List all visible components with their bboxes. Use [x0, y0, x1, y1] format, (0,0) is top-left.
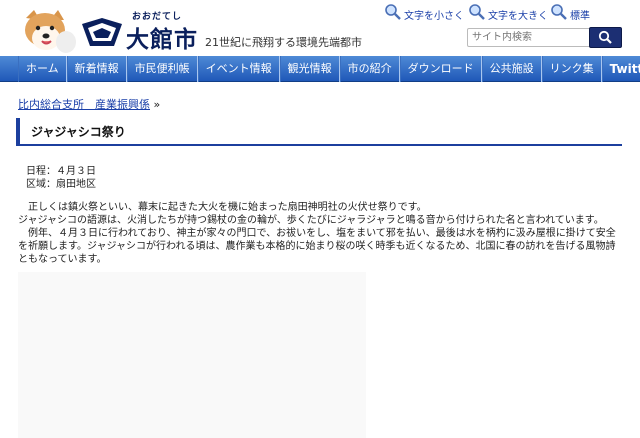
font-smaller-label: 文字を小さく: [404, 11, 464, 22]
magnifier-icon: [469, 4, 485, 20]
nav-news[interactable]: 新着情報: [66, 56, 127, 82]
city-crest-icon: [82, 18, 122, 46]
nav-citizen-guide[interactable]: 市民便利帳: [126, 56, 198, 82]
breadcrumb: 比内総合支所 産業振興係 »: [18, 96, 160, 112]
article-paragraph: 正しくは鎮火祭といい、幕末に起きた大火を機に始まった扇田神明社の火伏せ祭りです。: [18, 202, 427, 213]
search-icon: [598, 30, 612, 44]
site-header: おおだてし 大館市 21世紀に飛翔する環境先端都市 文字を小さく 文字を大きく …: [0, 0, 640, 56]
nav-events[interactable]: イベント情報: [197, 56, 280, 82]
article-paragraph: ジャジャシコの語源は、火消したちが持つ錫杖の金の輪が、歩くたびにジャラジャラと鳴…: [18, 215, 604, 226]
magnifier-icon: [385, 4, 401, 20]
city-name-logo[interactable]: 大館市: [126, 20, 198, 54]
nav-facilities[interactable]: 公共施設: [481, 56, 542, 82]
font-size-controls: 文字を小さく 文字を大きく 標準: [384, 3, 640, 23]
page-title: ジャジャシコ祭り: [31, 125, 126, 139]
photo-placeholder: [18, 272, 366, 438]
article-body: 正しくは鎮火祭といい、幕末に起きた大火を機に始まった扇田神明社の火伏せ祭りです。…: [18, 201, 622, 266]
search-input[interactable]: [467, 28, 595, 47]
magnifier-icon: [551, 4, 567, 20]
font-standard-label: 標準: [570, 11, 590, 22]
breadcrumb-link[interactable]: 比内総合支所 産業振興係: [18, 98, 150, 111]
title-accent-bar: [16, 118, 20, 144]
akita-dog-mascot-icon: [25, 10, 76, 53]
event-date: 日程：４月３日: [26, 166, 96, 177]
event-area: 区域：扇田地区: [26, 179, 96, 190]
nav-twitter[interactable]: Twitter: [601, 56, 640, 82]
city-tagline: 21世紀に飛翔する環境先端都市: [205, 36, 362, 49]
nav-links[interactable]: リンク集: [541, 56, 602, 82]
nav-tourism[interactable]: 観光情報: [279, 56, 340, 82]
font-larger-label: 文字を大きく: [488, 11, 548, 22]
page-title-box: ジャジャシコ祭り: [16, 118, 622, 146]
nav-city-intro[interactable]: 市の紹介: [339, 56, 400, 82]
nav-home[interactable]: ホーム: [18, 56, 67, 82]
search-button[interactable]: [589, 27, 622, 48]
nav-download[interactable]: ダウンロード: [399, 56, 482, 82]
event-info: 日程：４月３日 区域：扇田地区: [26, 165, 96, 191]
article-paragraph: 例年、４月３日に行われており、神主が家々の門口で、お祓いをし、塩をまいて邪を払い…: [18, 228, 616, 265]
global-nav: ホーム 新着情報 市民便利帳 イベント情報 観光情報 市の紹介 ダウンロード 公…: [0, 56, 640, 82]
breadcrumb-separator: »: [153, 98, 161, 111]
